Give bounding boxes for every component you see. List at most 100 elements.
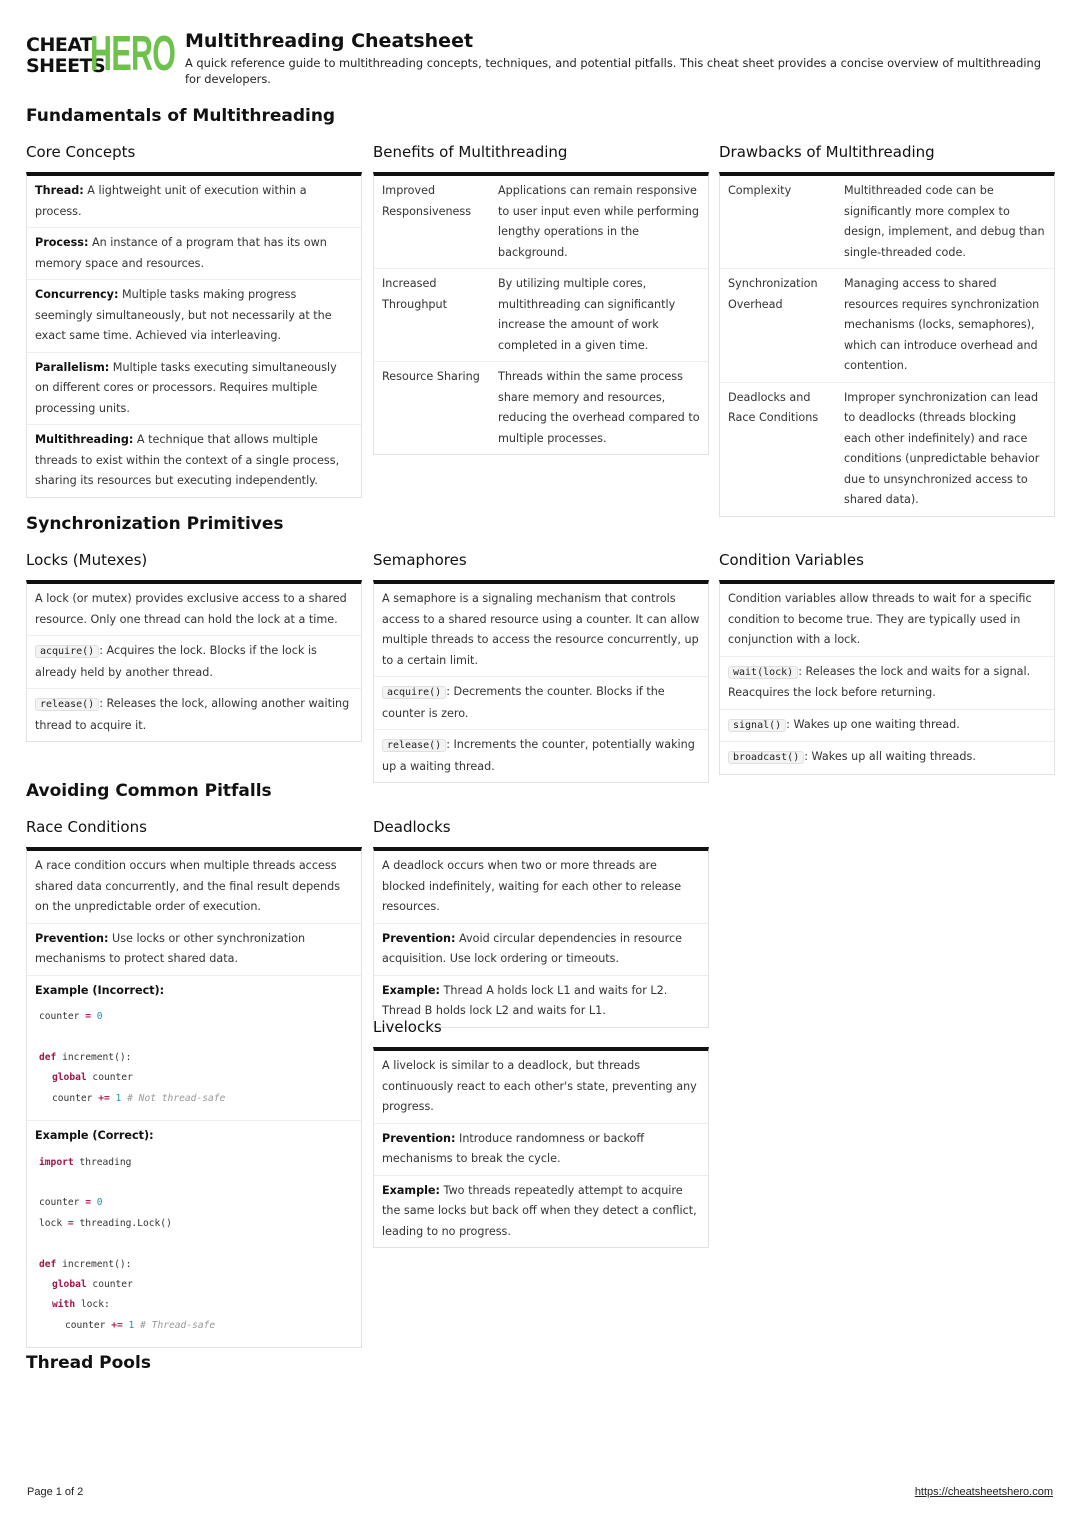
code-token: threading bbox=[73, 1156, 132, 1168]
description: : Wakes up one waiting thread. bbox=[786, 717, 960, 731]
list-item: release(): Releases the lock, allowing a… bbox=[27, 689, 361, 741]
term: Concurrency: bbox=[35, 288, 119, 301]
term: Example: bbox=[382, 983, 440, 997]
race-conditions-card: A race condition occurs when multiple th… bbox=[26, 847, 362, 1349]
code-token: lock bbox=[39, 1217, 68, 1229]
code-block: import threading counter = 0 lock = threa… bbox=[35, 1147, 353, 1343]
block-title: Deadlocks bbox=[373, 818, 451, 836]
list-item: Parallelism: Multiple tasks executing si… bbox=[27, 353, 361, 425]
deadlocks-block: Deadlocks A deadlock occurs when two or … bbox=[373, 817, 709, 1028]
code-token: 1 bbox=[109, 1092, 122, 1104]
row-value: By utilizing multiple cores, multithread… bbox=[498, 277, 676, 352]
block-title: Core Concepts bbox=[26, 143, 136, 161]
list-item: signal(): Wakes up one waiting thread. bbox=[720, 710, 1054, 742]
list-item: Prevention: Avoid circular dependencies … bbox=[374, 924, 708, 976]
list-item: release(): Increments the counter, poten… bbox=[374, 730, 708, 782]
code-token: increment(): bbox=[56, 1258, 132, 1270]
term: Example: bbox=[382, 1183, 440, 1197]
list-item: acquire(): Acquires the lock. Blocks if … bbox=[27, 636, 361, 689]
list-item: wait(lock): Releases the lock and waits … bbox=[720, 657, 1054, 710]
code-comment: # Thread-safe bbox=[134, 1319, 216, 1331]
code-token: increment(): bbox=[56, 1051, 132, 1063]
term: Prevention: bbox=[35, 931, 109, 945]
page-title: Multithreading Cheatsheet bbox=[185, 30, 474, 52]
condition-variables-block: Condition Variables Condition variables … bbox=[719, 550, 1055, 775]
intro-text: A semaphore is a signaling mechanism tha… bbox=[374, 584, 708, 677]
block-title: Drawbacks of Multithreading bbox=[719, 143, 935, 161]
term: Thread: bbox=[35, 184, 84, 197]
code-block: counter = 0 def increment(): global count… bbox=[35, 1001, 353, 1115]
code-token: import bbox=[39, 1156, 74, 1168]
row-key: Complexity bbox=[728, 184, 792, 197]
list-item: broadcast(): Wakes up all waiting thread… bbox=[720, 742, 1054, 774]
row-value: Multithreaded code can be significantly … bbox=[844, 184, 1045, 259]
core-concepts-card: Thread: A lightweight unit of execution … bbox=[26, 172, 362, 498]
semaphores-block: Semaphores A semaphore is a signaling me… bbox=[373, 550, 709, 783]
core-concepts-block: Core Concepts Thread: A lightweight unit… bbox=[26, 142, 362, 498]
code-token: += bbox=[98, 1092, 110, 1104]
block-title: Semaphores bbox=[373, 551, 467, 569]
block-title: Livelocks bbox=[373, 1018, 442, 1036]
block-title: Race Conditions bbox=[26, 818, 147, 836]
code-token: lock: bbox=[75, 1299, 110, 1311]
example-label: Example (Correct): bbox=[35, 1129, 154, 1143]
list-item: Concurrency: Multiple tasks making progr… bbox=[27, 280, 361, 353]
intro-text: A lock (or mutex) provides exclusive acc… bbox=[27, 584, 361, 636]
code-token: global bbox=[52, 1278, 87, 1290]
intro-text: A race condition occurs when multiple th… bbox=[27, 851, 361, 924]
section-heading-fundamentals: Fundamentals of Multithreading bbox=[26, 106, 336, 126]
code-token: counter bbox=[86, 1072, 133, 1084]
code-token: counter bbox=[39, 1011, 86, 1022]
table-row: Complexity Multithreaded code can be sign… bbox=[720, 176, 1054, 269]
code-token: def bbox=[39, 1051, 57, 1063]
site-link[interactable]: https://cheatsheetshero.com bbox=[915, 1486, 1053, 1498]
code-snippet: broadcast() bbox=[728, 751, 805, 764]
code-token: counter bbox=[39, 1197, 86, 1209]
benefits-table: Improved Responsiveness Applications can … bbox=[373, 172, 709, 455]
drawbacks-block: Drawbacks of Multithreading Complexity Mu… bbox=[719, 142, 1055, 517]
table-row: Improved Responsiveness Applications can … bbox=[374, 176, 708, 269]
table-row: Resource Sharing Threads within the same … bbox=[374, 362, 708, 454]
row-key: Improved Responsiveness bbox=[382, 184, 472, 218]
code-token: 1 bbox=[122, 1319, 135, 1331]
code-token: 0 bbox=[91, 1197, 103, 1209]
list-item: Prevention: Introduce randomness or back… bbox=[374, 1124, 708, 1176]
section-heading-thread-pools: Thread Pools bbox=[26, 1353, 151, 1373]
code-snippet: release() bbox=[35, 698, 100, 711]
benefits-block: Benefits of Multithreading Improved Resp… bbox=[373, 142, 709, 455]
description: : Wakes up all waiting threads. bbox=[804, 750, 976, 763]
code-token: counter bbox=[52, 1092, 99, 1104]
deadlocks-card: A deadlock occurs when two or more threa… bbox=[373, 847, 709, 1028]
code-snippet: wait(lock) bbox=[728, 665, 799, 679]
example-incorrect: Example (Incorrect): counter = 0 def inc… bbox=[27, 976, 361, 1122]
list-item: Prevention: Use locks or other synchroni… bbox=[27, 924, 361, 976]
row-key: Increased Throughput bbox=[382, 277, 447, 311]
table-row: Increased Throughput By utilizing multipl… bbox=[374, 269, 708, 362]
code-token: counter bbox=[65, 1319, 112, 1331]
page-description: A quick reference guide to multithreadin… bbox=[185, 56, 1041, 86]
list-item: acquire(): Decrements the counter. Block… bbox=[374, 677, 708, 730]
term: Process: bbox=[35, 236, 89, 249]
example-correct: Example (Correct): import threading coun… bbox=[27, 1121, 361, 1347]
intro-text: A deadlock occurs when two or more threa… bbox=[374, 851, 708, 924]
code-comment: # Not thread-safe bbox=[121, 1092, 226, 1104]
cheatsheetshero-logo[interactable]: CHEAT SHEETS HERO bbox=[26, 30, 176, 79]
drawbacks-table: Complexity Multithreaded code can be sign… bbox=[719, 172, 1055, 517]
intro-text: Condition variables allow threads to wai… bbox=[720, 584, 1054, 657]
code-token: counter bbox=[86, 1278, 133, 1290]
block-title: Locks (Mutexes) bbox=[26, 551, 148, 569]
code-token: += bbox=[111, 1319, 123, 1331]
row-key: Resource Sharing bbox=[382, 370, 480, 383]
table-row: Deadlocks and Race Conditions Improper sy… bbox=[720, 383, 1054, 516]
example-label: Example (Incorrect): bbox=[35, 983, 165, 997]
list-item: Thread: A lightweight unit of execution … bbox=[27, 176, 361, 228]
row-value: Applications can remain responsive to us… bbox=[498, 184, 699, 259]
code-snippet: signal() bbox=[728, 718, 787, 732]
race-conditions-block: Race Conditions A race condition occurs … bbox=[26, 817, 362, 1349]
row-value: Improper synchronization can lead to dea… bbox=[844, 390, 1040, 507]
logo-hero: HERO bbox=[90, 27, 176, 81]
row-key: Synchronization Overhead bbox=[728, 277, 818, 311]
term: Prevention: bbox=[382, 1131, 456, 1145]
list-item: Example: Two threads repeatedly attempt … bbox=[374, 1176, 708, 1248]
block-title: Benefits of Multithreading bbox=[373, 143, 568, 161]
